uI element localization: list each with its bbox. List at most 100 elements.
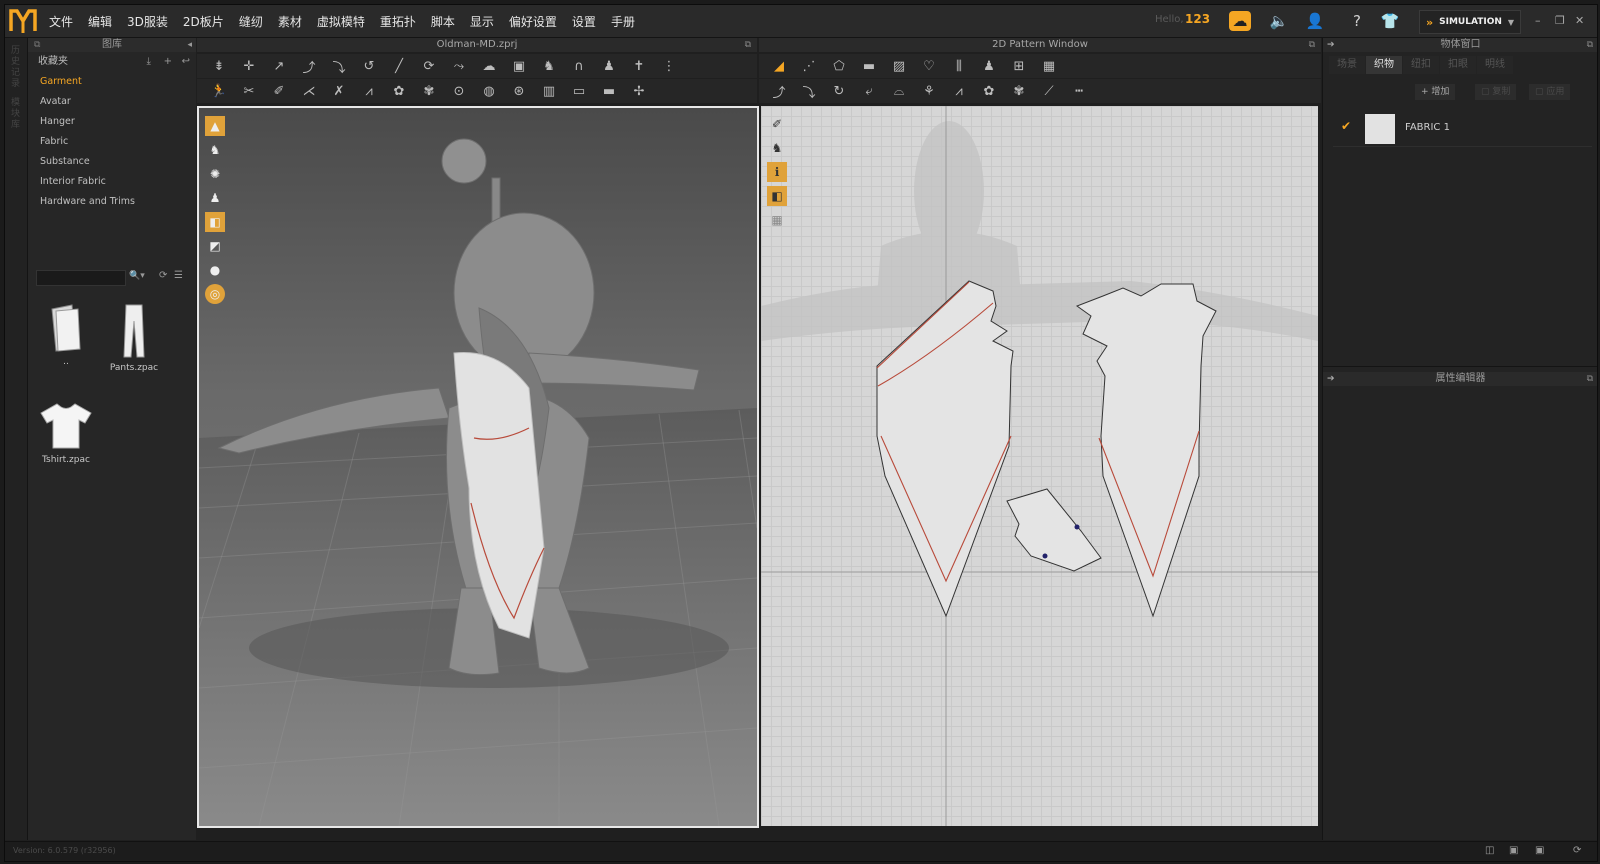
help-icon[interactable]: ? [1346, 11, 1368, 31]
transform-icon[interactable]: ✛ [241, 58, 257, 74]
fold-pattern-icon[interactable]: ⌓ [891, 83, 907, 99]
select-move-icon[interactable]: ⇟ [211, 58, 227, 74]
apply-fabric-button[interactable]: ▢ 应用 [1529, 84, 1571, 100]
menu-sewing[interactable]: 缝纫 [239, 13, 263, 30]
menu-display[interactable]: 显示 [470, 13, 494, 30]
library-file-pants[interactable]: Pants.zpac [104, 303, 164, 373]
garment-icon[interactable]: ♞ [541, 58, 557, 74]
minimize-icon[interactable]: – [1535, 14, 1541, 27]
popout-icon[interactable]: ⧉ [745, 38, 751, 52]
edit-point-icon[interactable]: ⋰ [801, 58, 817, 74]
close-icon[interactable]: ✕ [1575, 14, 1584, 27]
texture-icon[interactable]: ◧ [205, 212, 225, 232]
library-item-fabric[interactable]: Fabric [28, 132, 196, 152]
puckering-2d-icon[interactable]: ✾ [1011, 83, 1027, 99]
add-fabric-button[interactable]: + 增加 [1415, 84, 1456, 100]
tab-button[interactable]: 纽扣 [1403, 56, 1439, 74]
pleat-icon[interactable]: ⫼ [951, 58, 967, 74]
move-gizmo-icon[interactable]: ✢ [631, 83, 647, 99]
globe-icon[interactable]: ◎ [205, 284, 225, 304]
sew-edit-icon[interactable]: ✗ [331, 83, 347, 99]
internal-polygon-icon[interactable]: ▨ [891, 58, 907, 74]
flatten-icon[interactable]: ▬ [601, 83, 617, 99]
dashed-line-icon[interactable]: ┅ [1071, 83, 1087, 99]
shading-icon[interactable]: ◩ [205, 236, 225, 256]
topstitch-2d-icon[interactable]: ✿ [981, 83, 997, 99]
collapse-icon[interactable]: ◂ [187, 38, 192, 52]
pants-tool-icon[interactable]: ∩ [571, 58, 587, 74]
layout-split-icon[interactable]: ◫ [1485, 845, 1494, 856]
menu-retopology[interactable]: 重拓扑 [380, 13, 416, 30]
modular-tab[interactable]: 模块库 [11, 98, 21, 131]
pattern-piece-front[interactable] [876, 280, 1014, 618]
add-icon[interactable]: + [164, 56, 172, 67]
fold-arrange-icon[interactable]: ▭ [571, 83, 587, 99]
sew-segment-icon[interactable]: ✂ [241, 83, 257, 99]
dart-icon[interactable]: ♡ [921, 58, 937, 74]
texture-2d-icon[interactable]: ◧ [767, 186, 787, 206]
layout-3d-icon[interactable]: ▣ [1509, 845, 1518, 856]
info-icon[interactable]: ℹ [767, 162, 787, 182]
edit-curve-icon[interactable]: ↺ [361, 58, 377, 74]
tape-icon[interactable]: ▥ [541, 83, 557, 99]
popout-icon[interactable]: ⧉ [1587, 372, 1593, 386]
library-file-tshirt[interactable]: Tshirt.zpac [36, 401, 96, 465]
menu-edit[interactable]: 编辑 [88, 13, 112, 30]
menu-script[interactable]: 脚本 [431, 13, 455, 30]
symmetry-icon[interactable]: ⚘ [921, 83, 937, 99]
library-item-hanger[interactable]: Hanger [28, 112, 196, 132]
display-avatar-icon[interactable]: ▲ [205, 116, 225, 136]
display-garment-icon[interactable]: ♞ [205, 140, 225, 160]
menu-2d-pattern[interactable]: 2D板片 [183, 13, 224, 30]
user-icon[interactable]: 👤 [1304, 11, 1326, 31]
menu-3d-garment[interactable]: 3D服装 [127, 13, 168, 30]
menu-settings[interactable]: 设置 [572, 13, 596, 30]
download-icon[interactable]: ⤓ [147, 56, 151, 67]
shirt-settings-icon[interactable]: 👕 [1379, 11, 1401, 31]
lock-icon[interactable]: ▦ [767, 210, 787, 230]
pattern-piece-back[interactable] [1075, 283, 1217, 618]
history-tab[interactable]: 历史记录 [11, 46, 21, 90]
check-sew-icon[interactable]: ⤶ [861, 83, 877, 99]
button-icon[interactable]: ⊙ [451, 83, 467, 99]
free-sew-icon[interactable]: ⤵ [801, 83, 817, 101]
tab-buttonhole[interactable]: 扣眼 [1440, 56, 1476, 74]
menu-manual[interactable]: 手册 [611, 13, 635, 30]
refresh-layout-icon[interactable]: ⟳ [1573, 845, 1581, 856]
elastic-2d-icon[interactable]: ⩘ [951, 83, 967, 99]
popout-icon[interactable]: ⧉ [1587, 38, 1593, 52]
library-item-interior-fabric[interactable]: Interior Fabric [28, 172, 196, 192]
elastic-icon[interactable]: ⩘ [361, 83, 377, 99]
collapse-arrow-icon[interactable]: ➔ [1327, 38, 1335, 52]
avatar-surface-icon[interactable]: ● [205, 260, 225, 280]
sew-free-icon[interactable]: ✐ [271, 83, 287, 99]
list-view-icon[interactable]: ☰ [174, 270, 183, 281]
steam-icon[interactable]: ☁ [481, 58, 497, 74]
speaker-icon[interactable]: 🔈 [1268, 11, 1290, 31]
search-icon[interactable]: 🔍▾ [129, 271, 145, 281]
menu-file[interactable]: 文件 [49, 13, 73, 30]
library-file-parent[interactable]: .. [36, 303, 96, 367]
username[interactable]: 123 [1185, 12, 1210, 26]
buttonhole-icon[interactable]: ◍ [481, 83, 497, 99]
topstitch-icon[interactable]: ✿ [391, 83, 407, 99]
tack-icon[interactable]: ⟳ [421, 58, 437, 74]
restore-icon[interactable]: ❐ [1555, 14, 1565, 27]
pen-icon[interactable]: ╱ [391, 58, 407, 74]
measure-2d-icon[interactable]: ⟋ [1041, 83, 1057, 99]
zipper-icon[interactable]: ⊛ [511, 83, 527, 99]
library-item-garment[interactable]: Garment [28, 72, 196, 92]
tab-fabric[interactable]: 织物 [1366, 56, 1402, 74]
library-item-avatar[interactable]: Avatar [28, 92, 196, 112]
back-icon[interactable]: ↩ [182, 56, 190, 67]
copy-fabric-button[interactable]: ▢ 复制 [1475, 84, 1517, 100]
collapse-arrow-icon[interactable]: ➔ [1327, 372, 1335, 386]
layout-2d-icon[interactable]: ▣ [1535, 845, 1544, 856]
puckering-icon[interactable]: ✾ [421, 83, 437, 99]
grid-icon[interactable]: ▦ [1041, 58, 1057, 74]
polygon-icon[interactable]: ⬠ [831, 58, 847, 74]
tab-topstitch[interactable]: 明线 [1477, 56, 1513, 74]
pin-icon[interactable]: ↗ [271, 58, 287, 74]
edit-sew-icon[interactable]: ↻ [831, 83, 847, 99]
library-item-hardware-trims[interactable]: Hardware and Trims [28, 192, 196, 212]
